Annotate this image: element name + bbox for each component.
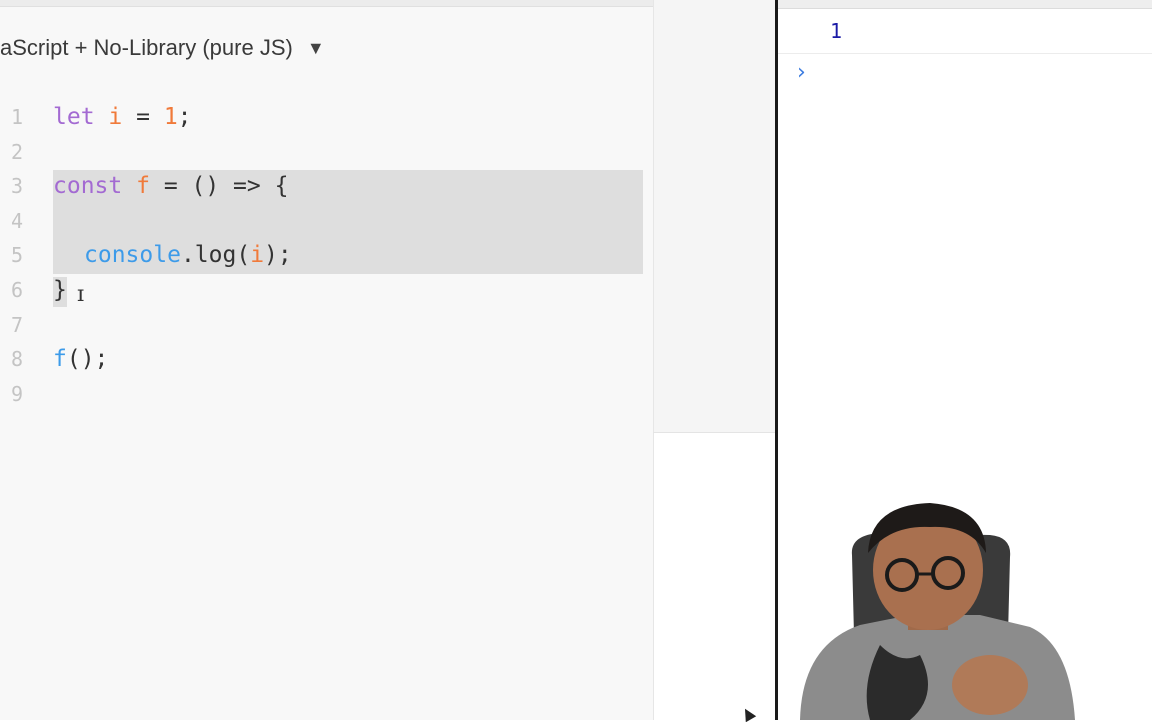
line-number: 6 <box>10 277 24 302</box>
language-label: aScript + No-Library (pure JS) <box>0 35 293 60</box>
code-area[interactable]: 1 let i = 1; 2 3 const f = () => { 4 5 c… <box>0 100 653 411</box>
text-cursor-icon: ɪ <box>77 282 85 307</box>
line-number: 2 <box>10 139 24 164</box>
line-number: 5 <box>10 243 24 268</box>
editor-toolbar-edge <box>0 0 653 7</box>
code-line: 1 let i = 1; <box>0 100 653 135</box>
line-number: 7 <box>10 312 24 337</box>
code-line: 5 console.log(i); <box>0 238 653 273</box>
line-number: 4 <box>10 208 24 233</box>
code-line: 3 const f = () => { <box>0 169 653 204</box>
code-line: 8 f(); <box>0 342 653 377</box>
line-number: 1 <box>10 105 24 129</box>
console-output-value: 1 <box>830 19 843 43</box>
code-line: 2 <box>0 135 653 170</box>
code-line: 7 <box>0 308 653 343</box>
line-number: 9 <box>10 381 24 406</box>
console-toolbar-edge <box>778 0 1152 9</box>
line-number: 3 <box>10 174 24 199</box>
code-text: } <box>53 276 67 303</box>
line-number: 8 <box>10 347 24 372</box>
dropdown-arrow-icon[interactable]: ▼ <box>307 38 325 59</box>
code-line: 6 } <box>0 273 653 308</box>
code-editor[interactable]: aScript + No-Library (pure JS) ▼ 1 let i… <box>0 0 653 720</box>
language-selector[interactable]: aScript + No-Library (pure JS) ▼ <box>0 32 325 64</box>
console-log-row: 1 <box>778 9 1152 54</box>
preview-pane <box>653 0 776 432</box>
code-text: const f = () => { <box>53 173 289 200</box>
code-text: f(); <box>53 346 109 373</box>
code-line: 4 <box>0 204 653 239</box>
code-text: let i = 1; <box>53 104 192 130</box>
code-line: 9 <box>0 377 653 412</box>
webcam-presenter-image <box>790 495 1152 720</box>
code-text: console.log(i); <box>84 242 292 269</box>
console-prompt-icon[interactable]: › <box>797 60 806 85</box>
result-pane <box>653 433 776 720</box>
